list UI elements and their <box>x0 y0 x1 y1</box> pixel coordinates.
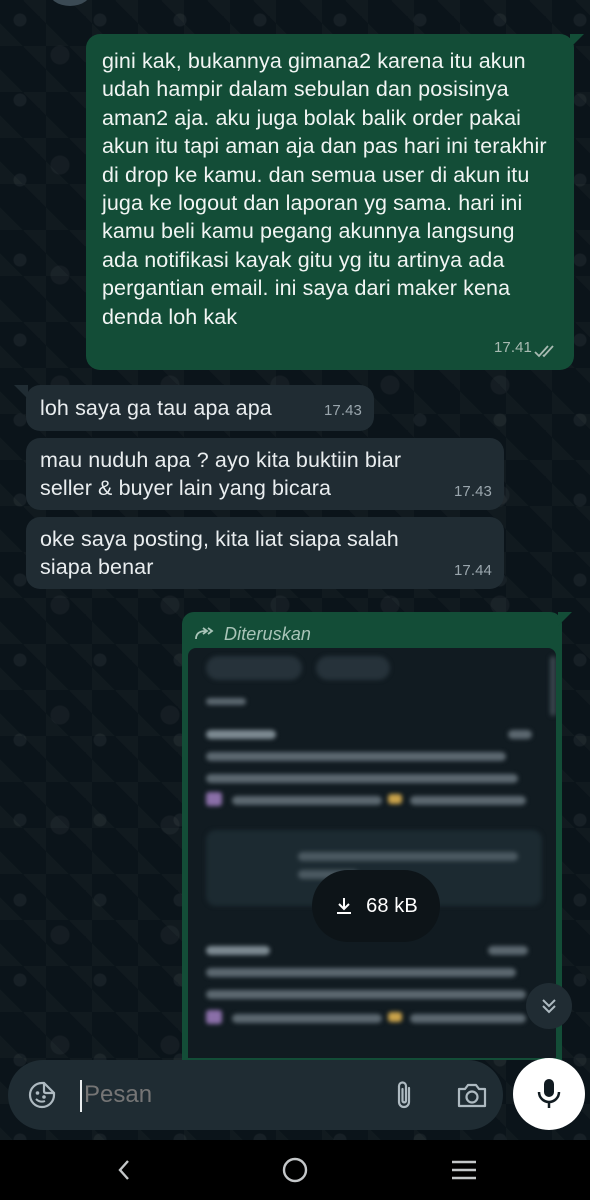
voice-message-button[interactable] <box>513 1058 585 1130</box>
incoming-message[interactable]: mau nuduh apa ? ayo kita buktiin biar se… <box>26 438 504 510</box>
forward-arrow-icon <box>195 627 214 640</box>
download-button[interactable]: 68 kB <box>312 870 440 942</box>
back-button[interactable] <box>94 1150 154 1190</box>
download-icon <box>337 898 352 914</box>
incoming-message[interactable]: loh saya ga tau apa apa 17.43 <box>26 385 374 431</box>
message-time: 17.44 <box>453 561 492 579</box>
message-text: mau nuduh apa ? ayo kita buktiin biar se… <box>40 448 402 501</box>
message-input[interactable] <box>84 1060 384 1130</box>
forwarded-text: Diteruskan <box>224 624 312 644</box>
recents-icon <box>452 1160 476 1180</box>
recents-button[interactable] <box>434 1150 494 1190</box>
camera-button[interactable] <box>454 1077 490 1113</box>
message-time: 17.43 <box>323 401 362 419</box>
sticker-button[interactable] <box>24 1077 60 1113</box>
bubble-tail <box>558 612 572 626</box>
blurred-screenshot <box>188 648 556 1058</box>
system-navigation-bar <box>0 1140 590 1200</box>
message-text: gini kak, bukannya gimana2 karena itu ak… <box>102 49 547 329</box>
message-time: 17.43 <box>453 482 492 500</box>
camera-icon <box>457 1083 487 1108</box>
outgoing-message[interactable]: gini kak, bukannya gimana2 karena itu ak… <box>86 34 574 370</box>
home-icon <box>282 1157 308 1183</box>
message-composer <box>8 1060 503 1130</box>
bubble-tail <box>14 385 28 399</box>
home-button[interactable] <box>265 1150 325 1190</box>
attach-button[interactable] <box>386 1077 422 1113</box>
incoming-message[interactable]: oke saya posting, kita liat siapa salah … <box>26 517 504 589</box>
message-text: oke saya posting, kita liat siapa salah … <box>40 527 399 580</box>
mic-icon <box>537 1079 561 1108</box>
sticker-icon <box>28 1081 56 1109</box>
text-caret <box>80 1080 82 1112</box>
bubble-tail <box>570 34 584 48</box>
forwarded-image-message[interactable]: Diteruskan 68 kB <box>182 612 562 1060</box>
double-check-read-icon <box>534 345 554 358</box>
forwarded-label: Diteruskan <box>194 620 311 648</box>
back-icon <box>118 1160 129 1180</box>
scroll-to-bottom-button[interactable] <box>526 983 572 1029</box>
message-time: 17.41 <box>493 338 532 356</box>
paperclip-icon <box>397 1081 411 1109</box>
forwarded-image[interactable]: 68 kB <box>188 648 556 1058</box>
double-chevron-down-icon <box>542 999 556 1014</box>
message-text: loh saya ga tau apa apa <box>40 396 272 420</box>
download-size: 68 kB <box>366 894 418 917</box>
